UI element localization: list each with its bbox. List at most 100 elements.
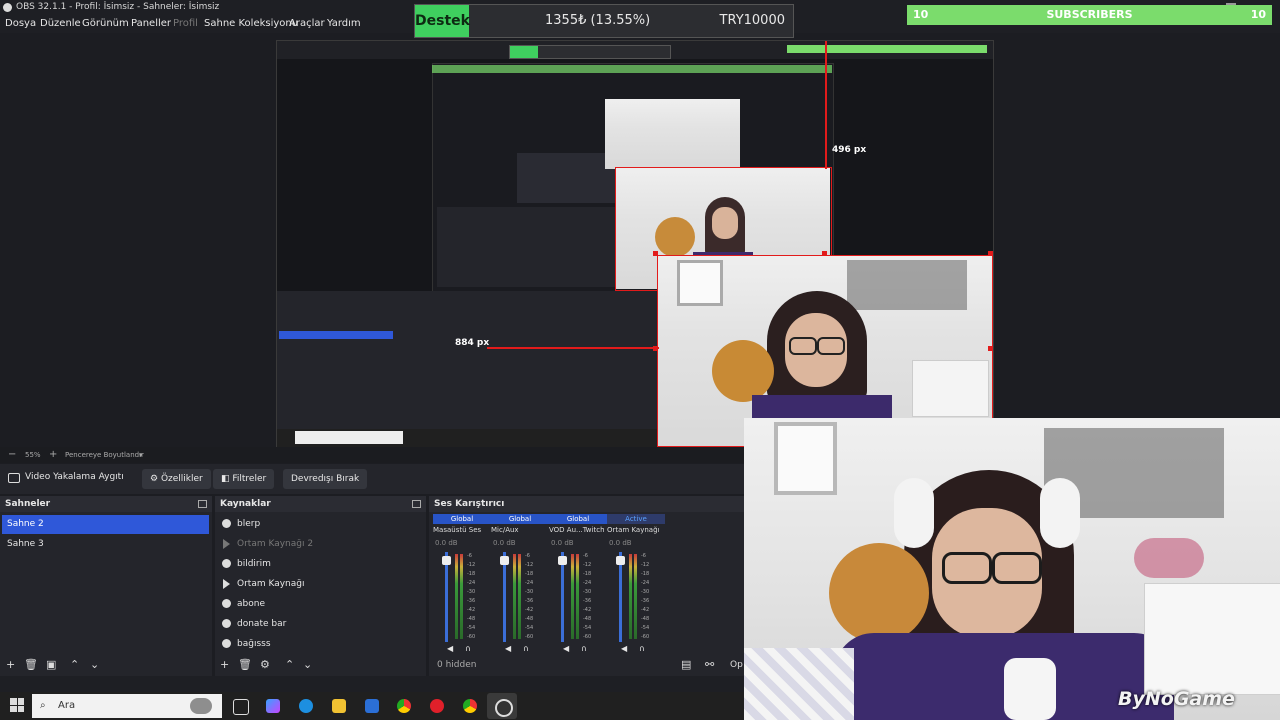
channel-name-select[interactable]: VOD Au...Twitch: [549, 526, 607, 534]
menu-edit[interactable]: Düzenle: [40, 15, 81, 33]
meter-tick: -24: [467, 580, 476, 586]
volume-slider[interactable]: [561, 552, 564, 642]
menu-scene-collection[interactable]: Sahne Koleksiyonu: [204, 15, 298, 33]
meter-tick: -12: [583, 562, 592, 568]
mixer-channel: Global Masaüstü Ses 0.0 dB -6 -12 -18 -24 -30 -3…: [433, 512, 491, 653]
channel-name-select[interactable]: Masaüstü Ses: [433, 526, 491, 534]
edge-icon[interactable]: [299, 699, 313, 713]
chrome-icon[interactable]: [397, 699, 411, 713]
headphones-icon[interactable]: ∩: [523, 644, 529, 653]
nested-docks: [437, 207, 617, 287]
volume-knob[interactable]: [558, 556, 567, 565]
obs-logo-icon: [3, 3, 12, 12]
resize-handle-right[interactable]: [988, 346, 993, 351]
microphone: [1004, 658, 1056, 720]
zoom-in-button[interactable]: +: [49, 447, 57, 463]
speaker-icon[interactable]: ◀: [621, 644, 627, 653]
zoom-out-button[interactable]: −: [8, 447, 16, 463]
volume-knob[interactable]: [442, 556, 451, 565]
meter-tick: -48: [525, 616, 534, 622]
meter-tick: -36: [525, 598, 534, 604]
meter-tick: -60: [467, 634, 476, 640]
add-source-button[interactable]: +: [220, 658, 229, 671]
meter-tick: -60: [583, 634, 592, 640]
level-meter: [460, 554, 463, 639]
meter-tick: -48: [641, 616, 650, 622]
move-down-button[interactable]: ⌄: [303, 658, 312, 671]
meter-ticks: -6 -12 -18 -24 -30 -36 -42 -48 -54 -60: [525, 552, 539, 642]
move-up-button[interactable]: ⌃: [70, 658, 79, 671]
scene-item[interactable]: Sahne 3: [2, 535, 209, 554]
move-up-button[interactable]: ⌃: [285, 658, 294, 671]
menu-profile[interactable]: Profil: [173, 15, 198, 33]
nested-subs-bar-2: [432, 65, 832, 73]
source-toolbar: Video Yakalama Aygıtı ⚙ Özellikler ◧ Fil…: [0, 464, 744, 494]
chevron-down-icon[interactable]: ▾: [139, 447, 143, 463]
deactivate-button[interactable]: Devredışı Bırak: [283, 469, 368, 489]
meter-tick: -6: [467, 553, 472, 559]
menu-docks[interactable]: Paneller: [131, 15, 171, 33]
donation-label: Destek: [415, 5, 470, 37]
task-view-icon[interactable]: [233, 699, 249, 715]
zoom-fit-select[interactable]: Pencereye Boyutlandır: [65, 447, 144, 463]
speaker-icon[interactable]: ◀: [563, 644, 569, 653]
meter-tick: -54: [641, 625, 650, 631]
properties-button[interactable]: ⚙ Özellikler: [142, 469, 211, 489]
meter-tick: -18: [467, 571, 476, 577]
dock-menu-icon[interactable]: [198, 500, 207, 508]
volume-knob[interactable]: [500, 556, 509, 565]
headphones-icon[interactable]: ∩: [639, 644, 645, 653]
volume-slider[interactable]: [503, 552, 506, 642]
copilot-icon[interactable]: [266, 699, 280, 713]
channel-name-select[interactable]: Mic/Aux: [491, 526, 549, 534]
chrome-icon[interactable]: [463, 699, 477, 713]
globe-icon: [222, 619, 231, 628]
move-down-button[interactable]: ⌄: [90, 658, 99, 671]
folder-icon[interactable]: [332, 699, 346, 713]
store-icon[interactable]: [365, 699, 379, 713]
speaker-icon[interactable]: ◀: [447, 644, 453, 653]
windows-start-icon[interactable]: [10, 698, 24, 712]
level-meter: [513, 554, 516, 639]
gear-icon[interactable]: ⚙: [260, 658, 270, 671]
source-name: Ortam Kaynağı 2: [237, 539, 314, 549]
add-scene-button[interactable]: +: [6, 658, 15, 671]
filters-button[interactable]: ◧ Filtreler: [213, 469, 275, 489]
mixer-more[interactable]: Op: [730, 660, 743, 670]
resize-handle-tr[interactable]: [988, 251, 993, 256]
meter-ticks: -6 -12 -18 -24 -30 -36 -42 -48 -54 -60: [641, 552, 655, 642]
meter-tick: -30: [467, 589, 476, 595]
mixer-title: Ses Karıştırıcı: [429, 496, 744, 512]
menu-tools[interactable]: Araçlar: [289, 15, 325, 33]
meter-ticks: -6 -12 -18 -24 -30 -36 -42 -48 -54 -60: [583, 552, 597, 642]
trash-icon[interactable]: 🗑: [238, 658, 252, 671]
menu-help[interactable]: Yardım: [327, 15, 361, 33]
volume-slider[interactable]: [619, 552, 622, 642]
trash-icon[interactable]: 🗑: [24, 658, 38, 671]
donation-goal: TRY10000: [719, 13, 785, 28]
resize-handle-top[interactable]: [822, 251, 827, 256]
drawer: [1144, 583, 1280, 695]
channel-db: 0.0 dB: [493, 539, 516, 547]
menu-view[interactable]: Görünüm: [82, 15, 129, 33]
taskbar-search[interactable]: ⌕ Ara: [32, 694, 222, 718]
wall-frame: [774, 422, 837, 495]
speaker-icon[interactable]: ◀: [505, 644, 511, 653]
dock-menu-icon[interactable]: [412, 500, 421, 508]
headphones-icon[interactable]: ∩: [581, 644, 587, 653]
sources-dock: Kaynaklar blerp Ortam Kaynağı 2 bildirim Or…: [215, 496, 624, 676]
channel-name-select[interactable]: Ortam Kaynağı: [607, 526, 665, 534]
headphones-icon[interactable]: ∩: [465, 644, 471, 653]
menu-file[interactable]: Dosya: [5, 15, 36, 33]
opera-icon[interactable]: [430, 699, 444, 713]
preview-canvas[interactable]: 496 px 884 px: [276, 40, 994, 448]
obs-icon[interactable]: [495, 699, 513, 717]
channel-tag: Global: [549, 514, 607, 524]
link-icon[interactable]: ⚯: [705, 658, 714, 671]
filter-icon[interactable]: ▣: [46, 658, 56, 671]
volume-slider[interactable]: [445, 552, 448, 642]
scene-item[interactable]: Sahne 2: [2, 515, 209, 534]
layout-icon[interactable]: ▤: [681, 658, 691, 671]
volume-knob[interactable]: [616, 556, 625, 565]
resize-handle-tl[interactable]: [653, 251, 658, 256]
